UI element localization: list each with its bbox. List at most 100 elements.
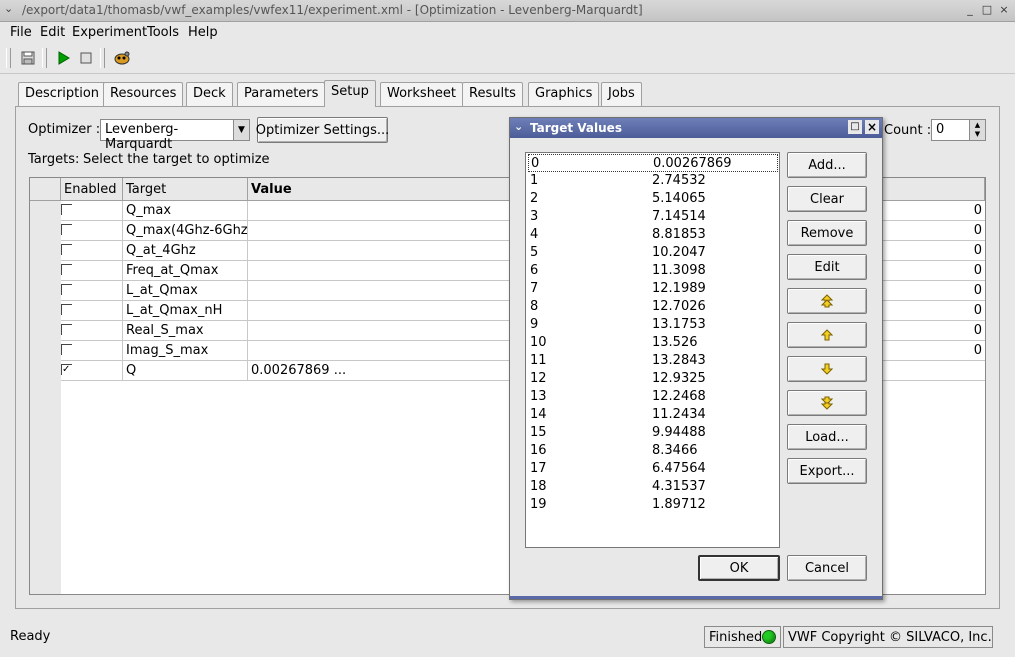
list-item[interactable]: 18 4.31537 <box>528 478 778 496</box>
tab-setup[interactable]: Setup <box>324 80 376 107</box>
load-button[interactable]: Load... <box>787 424 867 450</box>
move-up-button[interactable] <box>787 322 867 348</box>
toolbar <box>0 44 1015 74</box>
column-header-enabled[interactable]: Enabled <box>61 178 123 201</box>
maximize-icon[interactable]: □ <box>848 120 862 134</box>
enabled-checkbox[interactable] <box>61 264 72 275</box>
optimizer-settings-button[interactable]: Optimizer Settings... <box>256 117 389 143</box>
move-down-button[interactable] <box>787 356 867 382</box>
minimize-button[interactable]: _ <box>963 3 977 17</box>
dialog-title-bar[interactable]: ⌄ Target Values □ × <box>510 118 882 138</box>
list-item[interactable]: 7 12.1989 <box>528 280 778 298</box>
double-down-arrow-icon <box>821 396 833 410</box>
list-item[interactable]: 12 12.9325 <box>528 370 778 388</box>
run-icon[interactable] <box>53 48 73 68</box>
menu-file[interactable]: File <box>10 25 32 40</box>
enabled-checkbox-checked[interactable]: ✓ <box>61 364 72 375</box>
list-item[interactable]: 9 13.1753 <box>528 316 778 334</box>
count-value: 0 <box>936 122 945 137</box>
job-status-label: Finished <box>709 630 763 645</box>
ok-button[interactable]: OK <box>698 555 780 581</box>
maximize-button[interactable]: □ <box>980 3 994 17</box>
target-cell: Q_max(4Ghz-6Ghz) <box>123 221 248 241</box>
edit-button[interactable]: Edit <box>787 254 867 280</box>
tab-resources[interactable]: Resources <box>103 82 184 106</box>
menu-tools[interactable]: Tools <box>147 25 179 40</box>
list-item[interactable]: 3 7.14514 <box>528 208 778 226</box>
column-header-target[interactable]: Target <box>123 178 248 201</box>
count-label: Count : <box>884 123 932 138</box>
count-cell: 0 <box>973 203 982 218</box>
list-item[interactable]: 8 12.7026 <box>528 298 778 316</box>
enabled-checkbox[interactable] <box>61 244 72 255</box>
menu-help[interactable]: Help <box>188 25 218 40</box>
target-cell: Freq_at_Qmax <box>123 261 248 281</box>
value-cell[interactable] <box>248 301 548 321</box>
value-cell[interactable] <box>248 341 548 361</box>
enabled-checkbox[interactable] <box>61 284 72 295</box>
move-bottom-button[interactable] <box>787 390 867 416</box>
list-item[interactable]: 19 1.89712 <box>528 496 778 514</box>
list-item-selected[interactable]: 0 0.00267869 <box>528 154 778 172</box>
tab-graphics[interactable]: Graphics <box>528 82 600 106</box>
list-item[interactable]: 11 13.2843 <box>528 352 778 370</box>
tab-jobs[interactable]: Jobs <box>601 82 642 106</box>
optimizer-select[interactable]: Levenberg-Marquardt ▼ <box>100 119 250 152</box>
dialog-title: Target Values <box>530 121 622 135</box>
list-item[interactable]: 1 2.74532 <box>528 172 778 190</box>
move-top-button[interactable] <box>787 288 867 314</box>
enabled-checkbox[interactable] <box>61 324 72 335</box>
list-item[interactable]: 13 12.2468 <box>528 388 778 406</box>
window-menu-icon[interactable]: ⌄ <box>4 2 18 18</box>
close-window-button[interactable]: × <box>997 3 1011 17</box>
tab-worksheet[interactable]: Worksheet <box>380 82 464 106</box>
save-icon[interactable] <box>18 48 38 68</box>
tab-deck[interactable]: Deck <box>186 82 233 106</box>
close-icon[interactable]: × <box>865 120 879 134</box>
tab-results[interactable]: Results <box>462 82 523 106</box>
target-values-list[interactable]: 0 0.00267869 1 2.74532 2 5.14065 3 7.14514 4… <box>525 152 780 548</box>
tab-parameters[interactable]: Parameters <box>237 82 326 106</box>
list-item[interactable]: 4 8.81853 <box>528 226 778 244</box>
cancel-button[interactable]: Cancel <box>787 555 867 581</box>
target-cell: Q <box>123 361 248 381</box>
value-cell[interactable]: 0.00267869 ... <box>248 361 548 381</box>
spin-arrows-icon[interactable]: ▲ ▼ <box>969 120 985 140</box>
list-item[interactable]: 17 6.47564 <box>528 460 778 478</box>
export-button[interactable]: Export... <box>787 458 867 484</box>
toolbar-grip[interactable] <box>6 48 11 68</box>
list-item[interactable]: 16 8.3466 <box>528 442 778 460</box>
tab-description[interactable]: Description <box>18 82 107 106</box>
clear-button[interactable]: Clear <box>787 186 867 212</box>
enabled-checkbox[interactable] <box>61 204 72 215</box>
list-item[interactable]: 14 11.2434 <box>528 406 778 424</box>
enabled-checkbox[interactable] <box>61 304 72 315</box>
chevron-down-icon[interactable]: ▼ <box>233 120 249 140</box>
add-button[interactable]: Add... <box>787 152 867 178</box>
enabled-checkbox[interactable] <box>61 344 72 355</box>
remove-button[interactable]: Remove <box>787 220 867 246</box>
pet-icon[interactable] <box>112 48 132 68</box>
value-cell[interactable] <box>248 321 548 341</box>
list-item[interactable]: 15 9.94488 <box>528 424 778 442</box>
toolbar-grip[interactable] <box>100 48 105 68</box>
optimizer-value: Levenberg-Marquardt <box>105 122 179 152</box>
list-item[interactable]: 10 13.526 <box>528 334 778 352</box>
count-spinbox[interactable]: 0 ▲ ▼ <box>931 119 986 141</box>
enabled-checkbox[interactable] <box>61 224 72 235</box>
value-cell[interactable] <box>248 201 548 221</box>
toolbar-grip[interactable] <box>42 48 47 68</box>
value-cell[interactable] <box>248 281 548 301</box>
list-item[interactable]: 6 11.3098 <box>528 262 778 280</box>
menu-edit[interactable]: Edit <box>40 25 65 40</box>
value-cell[interactable] <box>248 241 548 261</box>
dialog-resize-edge[interactable] <box>510 588 882 599</box>
dialog-menu-icon[interactable]: ⌄ <box>514 120 523 133</box>
list-item[interactable]: 5 10.2047 <box>528 244 778 262</box>
menu-experiment[interactable]: Experiment <box>72 25 147 40</box>
value-cell[interactable] <box>248 221 548 241</box>
list-item[interactable]: 2 5.14065 <box>528 190 778 208</box>
stop-icon[interactable] <box>76 48 96 68</box>
value-cell[interactable] <box>248 261 548 281</box>
count-cell <box>911 361 985 381</box>
